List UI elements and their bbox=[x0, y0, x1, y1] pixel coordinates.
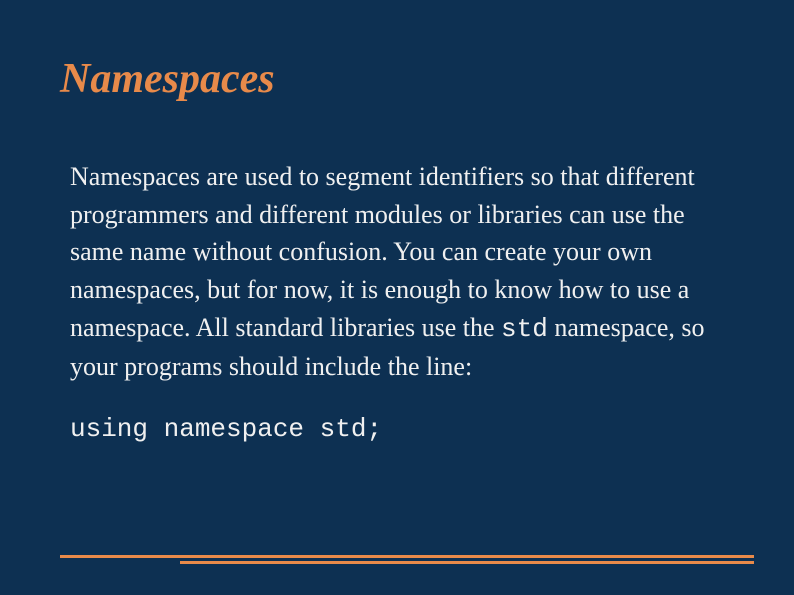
slide-body-code-inline: std bbox=[501, 314, 548, 344]
slide-title: Namespaces bbox=[60, 55, 734, 103]
footer-rule-bottom bbox=[180, 561, 754, 564]
slide-code-line: using namespace std; bbox=[70, 414, 734, 444]
slide: Namespaces Namespaces are used to segmen… bbox=[0, 0, 794, 595]
slide-body: Namespaces are used to segment identifie… bbox=[70, 158, 734, 386]
footer-rule bbox=[60, 555, 754, 565]
footer-rule-top bbox=[60, 555, 754, 558]
